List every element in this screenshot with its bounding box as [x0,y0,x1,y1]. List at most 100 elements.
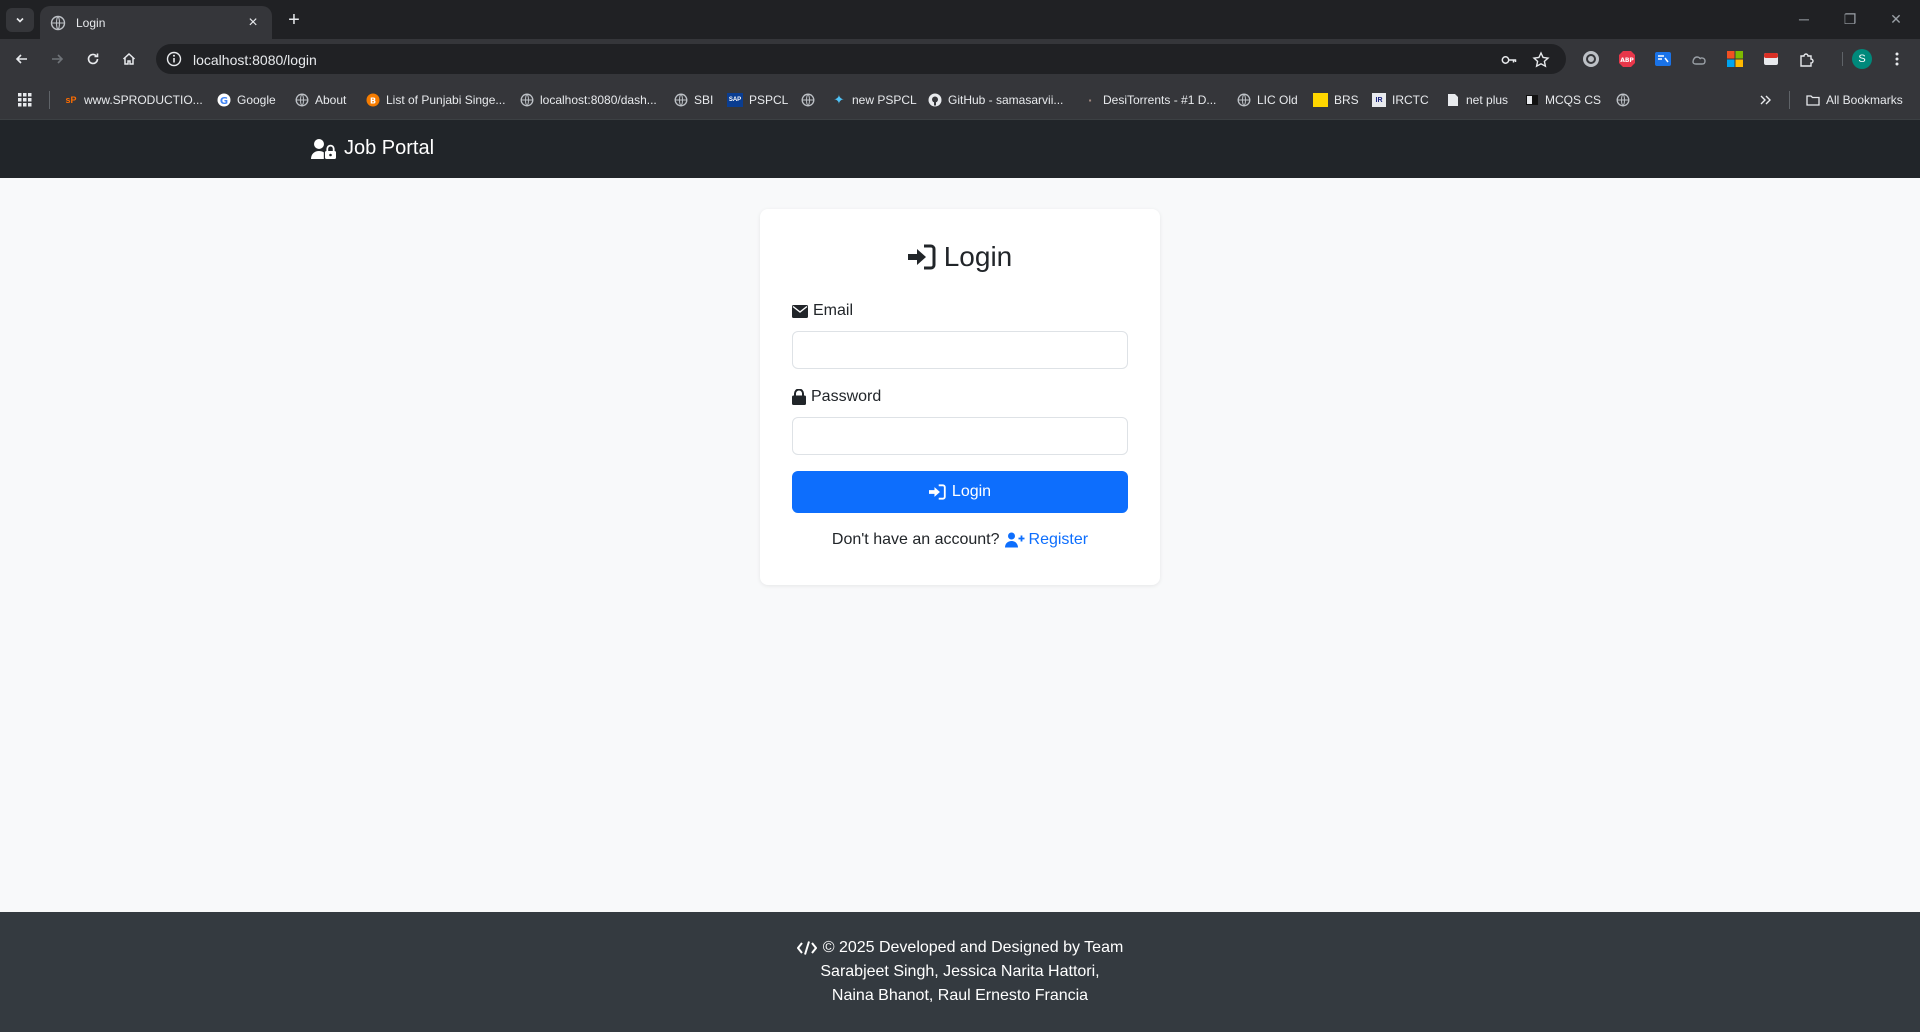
bookmark-about[interactable]: About [295,91,346,109]
password-label-text: Password [811,388,882,405]
menu-kebab-icon[interactable] [1888,50,1906,68]
url-text: localhost:8080/login [193,52,317,68]
bookmark-pspcl[interactable]: SAP PSPCL [727,91,788,109]
bookmark-label: MCQS CS [1545,93,1602,107]
email-field[interactable] [792,331,1128,369]
bookmark-irctc[interactable]: IR IRCTC [1372,91,1429,109]
bookmark-sbi[interactable]: SBI [674,91,713,109]
bookmark-label: List of Punjabi Singe... [386,93,506,107]
bookmark-label: LIC Old [1257,93,1298,107]
bookmark-github[interactable]: GitHub - samasarvii... [928,91,1063,109]
bookmark-unnamed[interactable] [801,91,821,109]
arrow-left-icon [15,54,27,64]
divider [1789,91,1790,109]
user-plus-icon [1004,532,1025,548]
email-label-text: Email [813,302,854,319]
bookmark-net-plus[interactable]: net plus [1446,91,1508,109]
globe-icon [801,93,815,107]
home-icon [122,52,136,65]
bookmark-new-pspcl[interactable]: ✦ new PSPCL [832,91,917,109]
bookmark-localhost-dashboard[interactable]: localhost:8080/dash... [520,91,657,109]
bookmark-label: BRS [1334,93,1359,107]
back-button[interactable] [10,47,34,71]
irctc-icon: IR [1372,93,1386,107]
apps-grid-icon[interactable] [18,91,32,109]
extensions-puzzle-icon[interactable] [1798,50,1816,68]
bookmark-google[interactable]: G Google [217,91,276,109]
restore-button[interactable]: ❐ [1827,6,1873,32]
globe-icon [50,15,66,30]
bookmark-mcqs-cs[interactable]: MCQS CS [1525,91,1601,109]
register-prompt: Don't have an account? Register [760,531,1160,549]
profile-avatar[interactable]: S [1851,48,1873,70]
mcqs-icon [1525,93,1539,107]
globe-icon [520,93,534,107]
bookmark-label: IRCTC [1392,93,1429,107]
globe-icon [1237,93,1251,107]
translate-extension-icon[interactable] [1654,50,1672,68]
site-info-icon[interactable] [166,51,182,67]
globe-icon [674,93,688,107]
minimize-button[interactable]: ─ [1781,6,1827,32]
bookmark-label: SBI [694,93,714,107]
bookmark-lic-old[interactable]: LIC Old [1237,91,1298,109]
password-field[interactable] [792,417,1128,455]
register-link[interactable]: Register [1004,531,1089,549]
new-tab-button[interactable]: + [282,8,306,32]
login-button[interactable]: Login [792,471,1128,513]
login-heading: Login [760,241,1160,273]
svg-text:ABP: ABP [1620,57,1634,64]
cloud-extension-icon[interactable] [1690,50,1708,68]
browser-tab-active[interactable]: Login × [40,6,272,39]
bookmark-unnamed-2[interactable] [1616,91,1636,109]
site-footer: © 2025 Developed and Designed by Team Sa… [0,912,1920,1032]
close-tab-icon[interactable]: × [244,14,262,32]
torrent-icon: ▪ [1088,95,1092,105]
home-button[interactable] [117,47,141,71]
bookmark-brs[interactable]: BRS [1313,91,1359,109]
bookmark-sproductions[interactable]: sP www.SPRODUCTIO... [64,91,202,109]
forward-button[interactable] [45,47,69,71]
browser-toolbar: localhost:8080/login ABP S [0,39,1920,79]
login-title: Login [943,241,1013,272]
document-icon [1446,93,1460,107]
sap-icon: SAP [727,93,743,107]
brand-link[interactable]: Job Portal [311,137,434,160]
all-bookmarks-label: All Bookmarks [1826,93,1903,107]
login-card: Login Email Password Login Don't have an… [760,209,1160,585]
bookmark-desitorrents[interactable]: ▪ DesiTorrents - #1 D... [1083,91,1217,109]
all-bookmarks-folder[interactable]: All Bookmarks [1806,91,1903,109]
bookmarks-bar: sP www.SPRODUCTIO... G Google About B List … [0,79,1920,120]
reload-button[interactable] [81,47,105,71]
svg-text:G: G [220,96,228,107]
pdf-extension-icon[interactable] [1762,50,1780,68]
folder-icon [1806,93,1820,107]
close-window-button[interactable]: ✕ [1873,6,1919,32]
lock-icon [792,389,806,405]
arrow-right-icon [52,54,64,64]
tab-search-button[interactable] [6,8,34,32]
google-icon: G [217,93,231,107]
sp-icon: sP [65,95,77,105]
bookmark-star-icon[interactable] [1532,51,1550,69]
address-bar[interactable]: localhost:8080/login [156,44,1566,74]
bookmark-label: new PSPCL [852,93,917,107]
footer-line-2: Sarabjeet Singh, Jessica Narita Hattori, [820,963,1100,980]
grammarly-extension-icon[interactable] [1582,50,1600,68]
microsoft-extension-icon[interactable] [1726,50,1744,68]
github-icon [928,93,942,107]
password-key-icon[interactable] [1500,51,1518,69]
footer-line-1: © 2025 Developed and Designed by Team [0,939,1920,957]
sign-in-icon [928,484,946,500]
register-link-text: Register [1028,531,1089,548]
adblock-extension-icon[interactable]: ABP [1618,50,1636,68]
password-label: Password [792,388,881,406]
blogger-icon: B [366,93,380,107]
bookmark-label: GitHub - samasarvii... [948,93,1064,107]
envelope-icon [792,304,808,318]
svg-text:B: B [370,97,376,106]
tab-title: Login [76,15,106,30]
more-bookmarks-icon[interactable] [1758,91,1772,109]
site-navbar: Job Portal [0,120,1920,178]
bookmark-punjabi-singers[interactable]: B List of Punjabi Singe... [366,91,505,109]
